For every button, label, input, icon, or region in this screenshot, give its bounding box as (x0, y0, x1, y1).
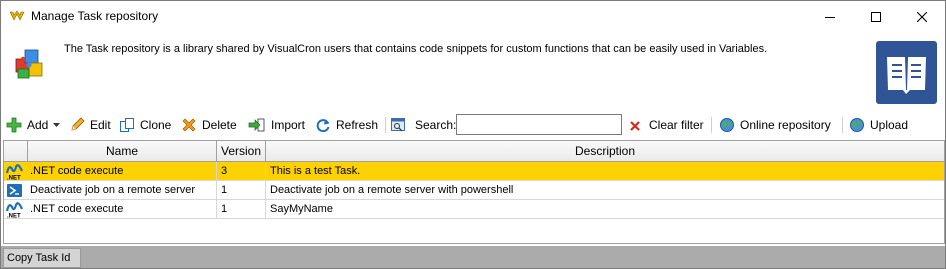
delete-x-icon (182, 118, 196, 132)
add-button[interactable]: Add (6, 113, 61, 137)
globe-icon (720, 118, 734, 132)
search-input[interactable] (456, 114, 622, 135)
toolbar: Add Edit Clone Delete Import Refresh Sea… (1, 113, 945, 137)
window-title: Manage Task repository (31, 9, 159, 23)
globe-upload-icon (850, 118, 864, 132)
close-button[interactable] (899, 1, 945, 32)
refresh-button[interactable]: Refresh (315, 113, 378, 137)
table-row[interactable]: .NET .NET code execute 1 SayMyName (4, 200, 944, 219)
clear-x-icon (630, 121, 640, 131)
puzzle-icon (15, 49, 43, 79)
clone-button[interactable]: Clone (119, 113, 171, 137)
upload-label: Upload (870, 118, 909, 132)
maximize-button[interactable] (853, 1, 899, 32)
minimize-button[interactable] (807, 1, 853, 32)
svg-text:.NET: .NET (7, 214, 21, 219)
import-label: Import (271, 118, 306, 132)
grid-header: Name Version Description (4, 141, 944, 162)
cell-name: Deactivate job on a remote server (26, 181, 217, 199)
pencil-icon (71, 117, 85, 131)
dotnet-icon: .NET (6, 164, 23, 181)
edit-label: Edit (90, 118, 111, 132)
table-row[interactable]: Deactivate job on a remote server 1 Deac… (4, 181, 944, 200)
header-description: The Task repository is a library shared … (64, 43, 768, 55)
cell-version: 1 (217, 181, 266, 199)
powershell-icon (7, 184, 22, 197)
column-header-icon (4, 141, 28, 161)
cell-description: This is a test Task. (270, 165, 361, 177)
delete-label: Delete (202, 118, 237, 132)
cell-version: 3 (217, 162, 266, 180)
dotnet-icon: .NET (6, 202, 23, 219)
close-icon (917, 11, 927, 22)
upload-button[interactable]: Upload (849, 113, 908, 137)
online-repository-label: Online repository (740, 118, 831, 132)
import-arrow-icon (248, 118, 265, 132)
task-repository-window: Manage Task repository The Task reposito… (0, 0, 946, 269)
search-window-icon (391, 118, 405, 132)
toolbar-divider (385, 117, 386, 133)
title-bar: Manage Task repository (1, 1, 945, 32)
search-label: Search: (415, 118, 457, 132)
toolbar-divider (711, 117, 712, 133)
visualcron-logo-icon (9, 10, 25, 21)
clone-label: Clone (140, 118, 172, 132)
toolbar-divider (842, 117, 843, 133)
clear-filter-label: Clear filter (649, 118, 704, 132)
online-repository-button[interactable]: Online repository (719, 113, 831, 137)
status-bar: Copy Task Id (1, 246, 945, 268)
table-row[interactable]: .NET .NET code execute 3 This is a test … (4, 162, 944, 181)
column-header-description[interactable]: Description (266, 141, 944, 161)
maximize-icon (871, 11, 881, 22)
cell-name: .NET code execute (26, 200, 217, 218)
cell-description: Deactivate job on a remote server with p… (270, 184, 514, 196)
edit-button[interactable]: Edit (69, 113, 111, 137)
dropdown-arrow-icon[interactable] (52, 117, 61, 133)
column-header-version[interactable]: Version (217, 141, 266, 161)
cell-version: 1 (217, 200, 266, 218)
svg-text:.NET: .NET (7, 176, 21, 181)
open-book-icon (876, 41, 937, 104)
plus-icon (6, 117, 22, 133)
import-button[interactable]: Import (248, 113, 305, 137)
search-label-group: Search: (390, 113, 456, 137)
refresh-label: Refresh (336, 118, 379, 132)
delete-button[interactable]: Delete (181, 113, 237, 137)
column-header-name[interactable]: Name (28, 141, 217, 161)
refresh-icon (316, 119, 330, 133)
task-grid[interactable]: Name Version Description .NET .NET code … (3, 140, 945, 244)
minimize-icon (825, 16, 835, 18)
cell-description: SayMyName (270, 203, 333, 215)
copy-task-id-button[interactable]: Copy Task Id (3, 248, 81, 268)
add-label: Add (27, 118, 49, 132)
copy-icon (120, 118, 134, 132)
clear-filter-button[interactable]: Clear filter (628, 113, 704, 137)
header-panel: The Task repository is a library shared … (1, 32, 945, 110)
cell-name: .NET code execute (26, 162, 217, 180)
